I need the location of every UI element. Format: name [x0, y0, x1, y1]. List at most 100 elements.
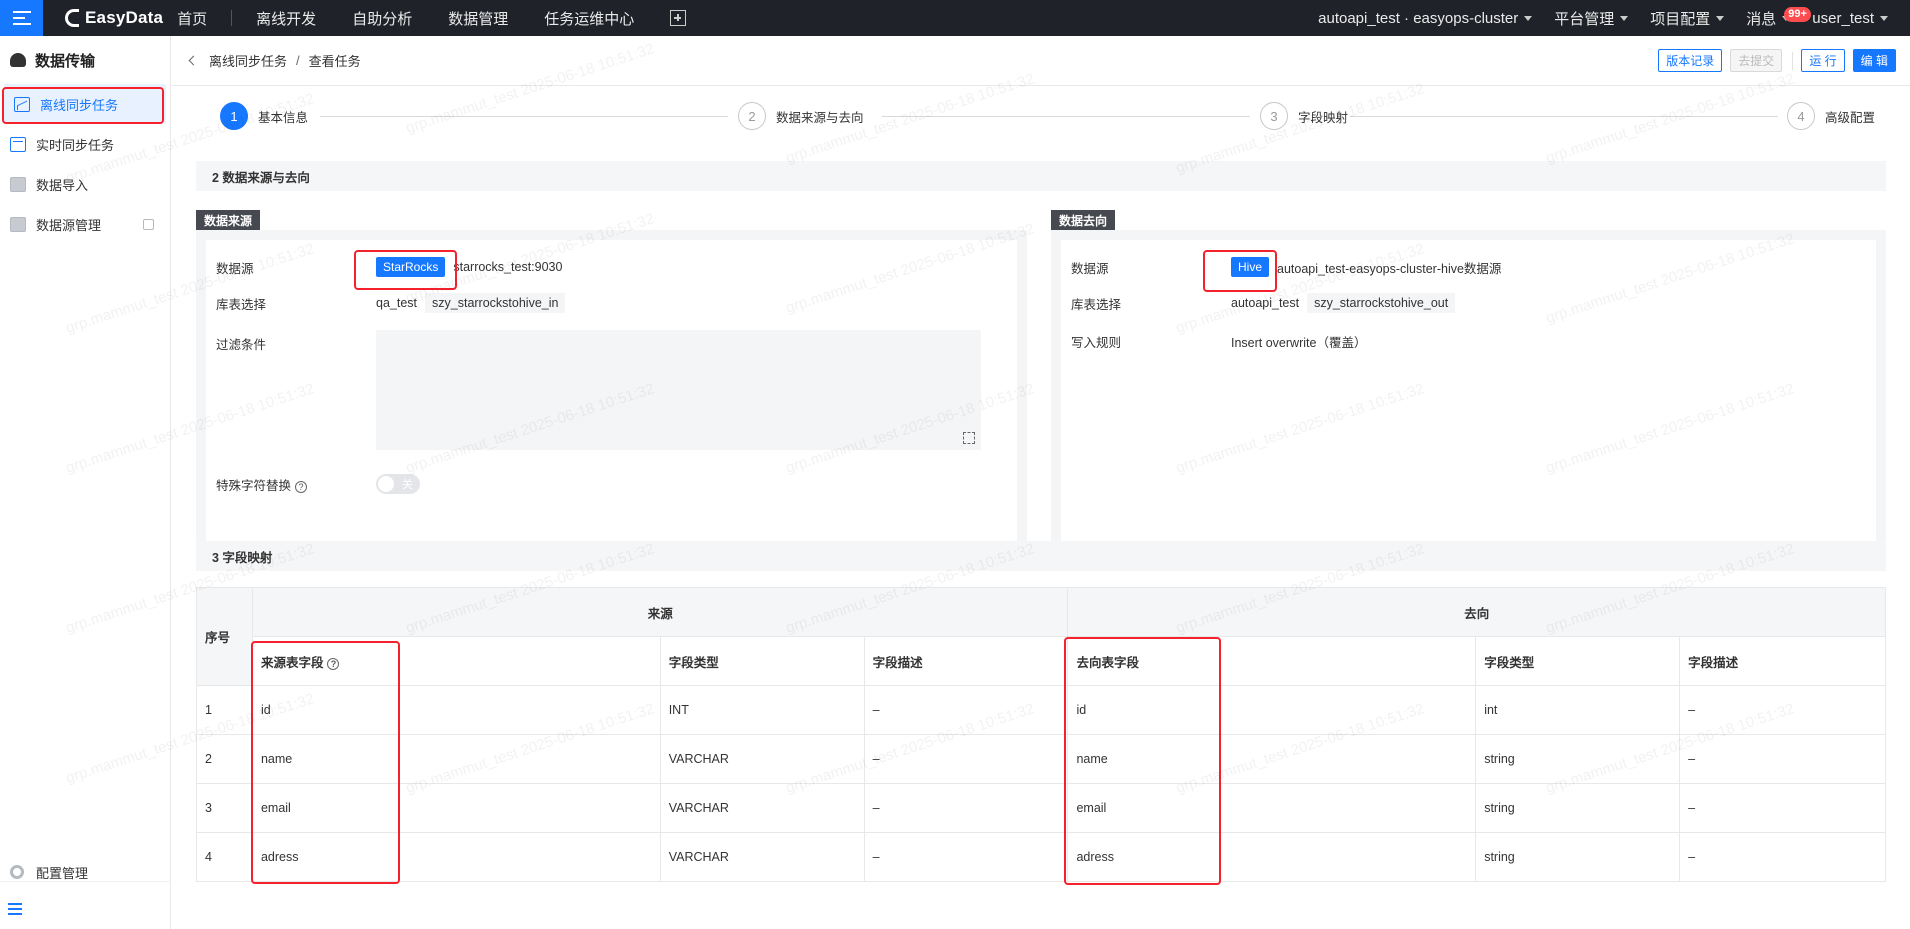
- source-panel: 数据来源 数据源 StarRocks starrocks_test:9030 库…: [196, 210, 1027, 560]
- col-group-target: 去向: [1067, 587, 1886, 637]
- cell-source-desc: –: [863, 685, 1069, 735]
- breadcrumb-parent[interactable]: 离线同步任务: [209, 51, 287, 70]
- chevron-down-icon: [1716, 15, 1725, 21]
- collapse-menu-icon: [8, 902, 22, 915]
- cell-target-type: int: [1475, 685, 1681, 735]
- source-filter-row: 过滤条件: [216, 334, 376, 353]
- messages-menu[interactable]: 消息 99+: [1746, 6, 1811, 29]
- cell-source-desc: –: [863, 832, 1069, 882]
- cell-source-field: adress: [251, 832, 661, 882]
- brand-logo[interactable]: EasyData: [65, 8, 163, 28]
- header-divider: [1792, 52, 1794, 70]
- col-header-source-type: 字段类型: [659, 636, 865, 686]
- target-type-tag: Hive: [1231, 257, 1270, 277]
- step-advanced-config[interactable]: 4 高级配置: [1787, 102, 1875, 130]
- cell-source-type: INT: [659, 685, 865, 735]
- filter-condition-input[interactable]: [376, 330, 981, 450]
- field-label: 特殊字符替换?: [216, 475, 376, 494]
- field-label: 数据源: [216, 261, 254, 276]
- top-nav: EasyData 首页 离线开发 自助分析 数据管理 任务运维中心 autoap…: [0, 0, 1910, 36]
- gear-icon: [10, 865, 24, 879]
- sidebar-collapse[interactable]: [0, 881, 171, 921]
- brand-name: EasyData: [85, 8, 164, 27]
- table-row: 1 id INT – id int –: [196, 685, 1886, 735]
- target-database: autoapi_test: [1231, 296, 1300, 310]
- target-table: szy_starrockstohive_out: [1307, 293, 1456, 313]
- cell-source-field: id: [251, 685, 661, 735]
- field-label: 数据源: [1071, 261, 1109, 276]
- help-icon[interactable]: ?: [295, 480, 308, 493]
- special-char-toggle[interactable]: 关: [376, 474, 420, 494]
- cell-target-type: string: [1475, 734, 1681, 784]
- cell-source-desc: –: [863, 734, 1069, 784]
- cell-source-field: name: [251, 734, 661, 784]
- col-header-target-type: 字段类型: [1475, 636, 1681, 686]
- field-label: 库表选择: [216, 297, 267, 312]
- project-config-menu[interactable]: 项目配置: [1650, 8, 1725, 29]
- main-content: 离线同步任务 / 查看任务 版本记录 去提交 运 行 编 辑 1 基本信息 2 …: [172, 36, 1910, 929]
- source-datasource-name: starrocks_test:9030: [453, 260, 563, 274]
- back-arrow-icon[interactable]: [188, 55, 199, 66]
- col-header-source-desc: 字段描述: [863, 636, 1069, 686]
- chevron-down-icon: [1880, 15, 1888, 21]
- chevron-down-icon: [1620, 15, 1629, 21]
- chart-icon: [14, 96, 30, 112]
- target-table-row: 库表选择 autoapi_test szy_starrockstohive_ou…: [1071, 293, 1456, 313]
- field-mapping-table: 序号 来源 去向 来源表字段? 字段类型 字段描述 去向表字段 字段类型 字段描…: [196, 587, 1886, 882]
- target-write-row: 写入规则 Insert overwrite（覆盖）: [1071, 332, 1366, 351]
- col-header-target-field: 去向表字段: [1067, 636, 1477, 686]
- write-rule-value: Insert overwrite（覆盖）: [1231, 336, 1367, 350]
- cell-source-type: VARCHAR: [659, 832, 865, 882]
- nav-self-analysis[interactable]: 自助分析: [334, 8, 430, 29]
- step-source-target[interactable]: 2 数据来源与去向: [738, 102, 864, 130]
- user-menu[interactable]: user_test: [1812, 10, 1888, 27]
- external-link-icon[interactable]: [143, 218, 154, 230]
- menu-icon: [12, 11, 31, 25]
- nav-data-management[interactable]: 数据管理: [430, 8, 526, 29]
- submit-button[interactable]: 去提交: [1730, 49, 1783, 72]
- sidebar-item-label: 数据源管理: [36, 217, 102, 233]
- sidebar-title: 数据传输: [0, 36, 170, 84]
- menu-button[interactable]: [0, 0, 43, 36]
- step-connector: [1350, 116, 1778, 117]
- target-datasource-row: 数据源 Hive autoapi_test-easyops-cluster-hi…: [1071, 257, 1501, 277]
- source-database: qa_test: [376, 296, 418, 310]
- run-button[interactable]: 运 行: [1801, 49, 1845, 72]
- database-icon: [10, 216, 26, 232]
- cell-target-type: string: [1475, 783, 1681, 833]
- step-field-mapping[interactable]: 3 字段映射: [1260, 102, 1348, 130]
- sidebar-item-offline-sync[interactable]: 离线同步任务: [4, 84, 166, 124]
- nav-offline-dev[interactable]: 离线开发: [238, 8, 334, 29]
- help-icon[interactable]: ?: [327, 657, 340, 670]
- platform-menu[interactable]: 平台管理: [1554, 8, 1629, 29]
- sidebar-item-label: 离线同步任务: [40, 97, 119, 113]
- project-selector[interactable]: autoapi_test · easyops-cluster: [1318, 10, 1533, 27]
- breadcrumb-current: 查看任务: [308, 54, 361, 69]
- step-basic-info[interactable]: 1 基本信息: [220, 102, 308, 130]
- chevron-down-icon: [1524, 15, 1533, 21]
- nav-task-ops[interactable]: 任务运维中心: [526, 8, 652, 29]
- sidebar-item-realtime-sync[interactable]: 实时同步任务: [0, 124, 170, 164]
- edit-button[interactable]: 编 辑: [1852, 49, 1896, 72]
- nav-right: autoapi_test · easyops-cluster 平台管理 项目配置…: [1318, 0, 1910, 36]
- cell-target-field: id: [1067, 685, 1477, 735]
- add-tab-icon[interactable]: [670, 10, 687, 26]
- calendar-icon: [10, 136, 26, 152]
- cell-source-field: email: [251, 783, 661, 833]
- sidebar-item-label: 实时同步任务: [36, 137, 115, 153]
- sidebar-item-datasource-management[interactable]: 数据源管理: [0, 204, 170, 244]
- table-row: 2 name VARCHAR – name string –: [196, 734, 1886, 784]
- source-panel-body: 数据源 StarRocks starrocks_test:9030 库表选择 q…: [206, 240, 1017, 550]
- database-import-icon: [10, 176, 26, 192]
- nav-divider: [231, 10, 233, 26]
- section-source-target-title: 2 数据来源与去向: [196, 161, 1886, 191]
- cell-target-type: string: [1475, 832, 1681, 882]
- sidebar-item-data-import[interactable]: 数据导入: [0, 164, 170, 204]
- expand-icon[interactable]: [963, 432, 975, 444]
- nav-home[interactable]: 首页: [177, 8, 225, 29]
- source-table-row: 库表选择 qa_test szy_starrockstohive_in: [216, 293, 566, 313]
- breadcrumb-separator: /: [296, 53, 300, 68]
- cell-index: 1: [196, 685, 253, 735]
- version-history-button[interactable]: 版本记录: [1658, 49, 1723, 72]
- cell-source-desc: –: [863, 783, 1069, 833]
